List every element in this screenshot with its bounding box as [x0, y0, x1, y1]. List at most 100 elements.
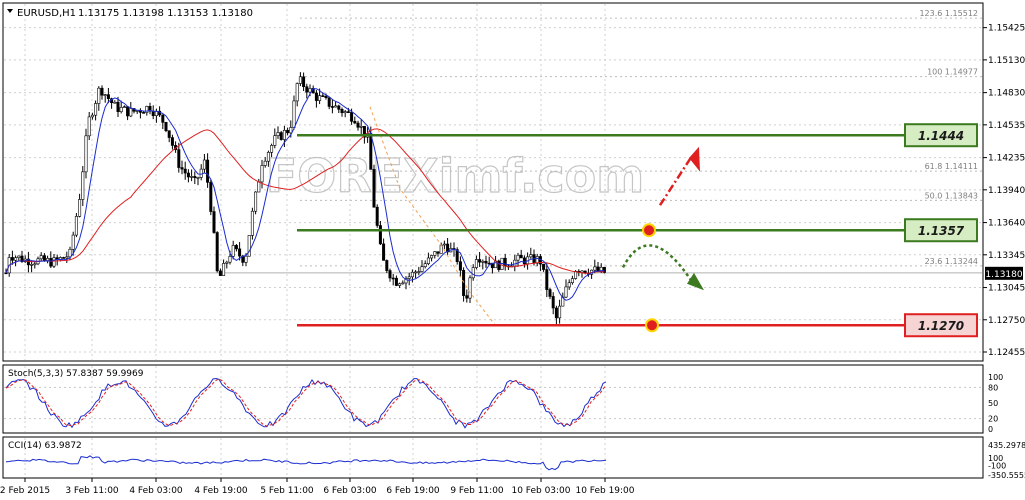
- candle-body: [407, 276, 411, 279]
- candle-body: [327, 97, 331, 107]
- candle-body: [471, 267, 475, 279]
- candle-body: [62, 257, 66, 259]
- candle-body: [222, 263, 226, 276]
- price-label: 1.13345: [988, 251, 1025, 261]
- candle-body: [324, 95, 328, 98]
- candle-body: [196, 177, 200, 179]
- candle-body: [378, 225, 382, 245]
- time-label: 9 Feb 11:00: [450, 486, 504, 496]
- stoch-tick-label: 0: [988, 425, 993, 434]
- candle-body: [442, 243, 446, 246]
- time-label: 4 Feb 03:00: [129, 486, 183, 496]
- candle-body: [234, 245, 238, 250]
- candle-body: [276, 132, 280, 136]
- stoch-axis: 10080 50 200: [988, 373, 1003, 434]
- candle-body: [295, 83, 299, 102]
- price-label: 1.15130: [988, 56, 1025, 66]
- candle-body: [382, 243, 386, 261]
- candle-body: [225, 261, 229, 264]
- candle-body: [596, 266, 600, 272]
- candle-body: [468, 277, 472, 299]
- candle-body: [90, 114, 94, 118]
- candle-body: [167, 130, 171, 138]
- candle-body: [423, 263, 427, 267]
- watermark: FOREXimf.com: [266, 149, 644, 203]
- stoch-tick-label: 20: [988, 415, 998, 424]
- candle-body: [282, 129, 286, 140]
- stoch-tick-label: 80: [988, 383, 998, 392]
- candle-body: [238, 248, 242, 257]
- candle-body: [30, 264, 34, 266]
- candle-body: [39, 255, 43, 260]
- candle-body: [279, 132, 283, 140]
- time-label: 10 Feb 03:00: [511, 486, 570, 496]
- fib-label: 50.0 1.13843: [925, 191, 978, 200]
- candle-body: [244, 255, 248, 263]
- price-chart[interactable]: 123.6 1.15512 100 1.14977 61.8 1.14111 50.0…: [0, 0, 1025, 500]
- candle-body: [206, 159, 210, 183]
- candle-body: [340, 109, 344, 114]
- candle-body: [513, 259, 517, 267]
- candle-body: [321, 95, 325, 97]
- candle-body: [305, 86, 309, 93]
- candle-body: [350, 112, 354, 122]
- candle-body: [84, 135, 88, 173]
- candle-body: [465, 295, 469, 299]
- stoch-label: Stoch(5,3,3) 57.8387 59.9969: [8, 369, 144, 379]
- candle-body: [487, 262, 491, 265]
- candle-body: [113, 101, 117, 104]
- candle-body: [81, 171, 85, 200]
- candle-body: [388, 270, 392, 279]
- candle-body: [292, 100, 296, 128]
- candle-body: [116, 101, 120, 112]
- candle-body: [353, 121, 357, 124]
- candle-body: [17, 255, 21, 258]
- candle-body: [433, 251, 437, 256]
- candle-body: [318, 95, 322, 101]
- candle-body: [548, 289, 552, 297]
- candle-body: [260, 165, 264, 183]
- candle-body: [100, 87, 104, 96]
- candle-body: [516, 254, 520, 261]
- candle-body: [65, 256, 69, 259]
- fib-label: 123.6 1.15512: [919, 9, 978, 18]
- candle-body: [170, 137, 174, 146]
- symbol-label: EURUSD,H1: [17, 8, 76, 19]
- candle-body: [266, 152, 270, 162]
- candle-body: [270, 145, 274, 153]
- candle-body: [106, 94, 110, 99]
- candle-body: [474, 259, 478, 268]
- candle-body: [218, 270, 222, 276]
- cci-tick-label: -350.5555: [988, 471, 1025, 480]
- fib-label: 23.6 1.13244: [925, 257, 978, 266]
- candle-body: [119, 107, 123, 112]
- candle-body: [71, 234, 75, 250]
- candle-body: [142, 112, 146, 114]
- time-label: 6 Feb 03:00: [323, 486, 377, 496]
- candle-body: [337, 105, 341, 110]
- current-price-tag: 1.13180: [985, 266, 1023, 280]
- candle-body: [228, 256, 232, 263]
- candle-body: [14, 257, 18, 261]
- candle-body: [564, 286, 568, 298]
- candle-body: [503, 257, 507, 267]
- price-label: 1.13640: [988, 219, 1025, 229]
- price-label: 1.15425: [988, 24, 1025, 34]
- candle-body: [401, 282, 405, 285]
- candle-body: [4, 272, 8, 275]
- fib-label: 100 1.14977: [927, 68, 978, 77]
- candle-body: [462, 269, 466, 296]
- candle-body: [330, 106, 334, 108]
- time-label: 3 Feb 11:00: [65, 486, 119, 496]
- candle-body: [497, 260, 501, 270]
- time-label: 5 Feb 11:00: [260, 486, 314, 496]
- candle-body: [356, 122, 360, 128]
- candle-body: [314, 92, 318, 101]
- candle-body: [574, 271, 578, 279]
- ohlc-values: 1.13175 1.13198 1.13153 1.13180: [78, 8, 253, 19]
- candle-body: [122, 106, 126, 108]
- level-label: 1.1270: [918, 319, 964, 333]
- candle-body: [410, 271, 414, 278]
- candle-body: [161, 114, 165, 123]
- cci-tick-label: 435.2978: [988, 441, 1025, 450]
